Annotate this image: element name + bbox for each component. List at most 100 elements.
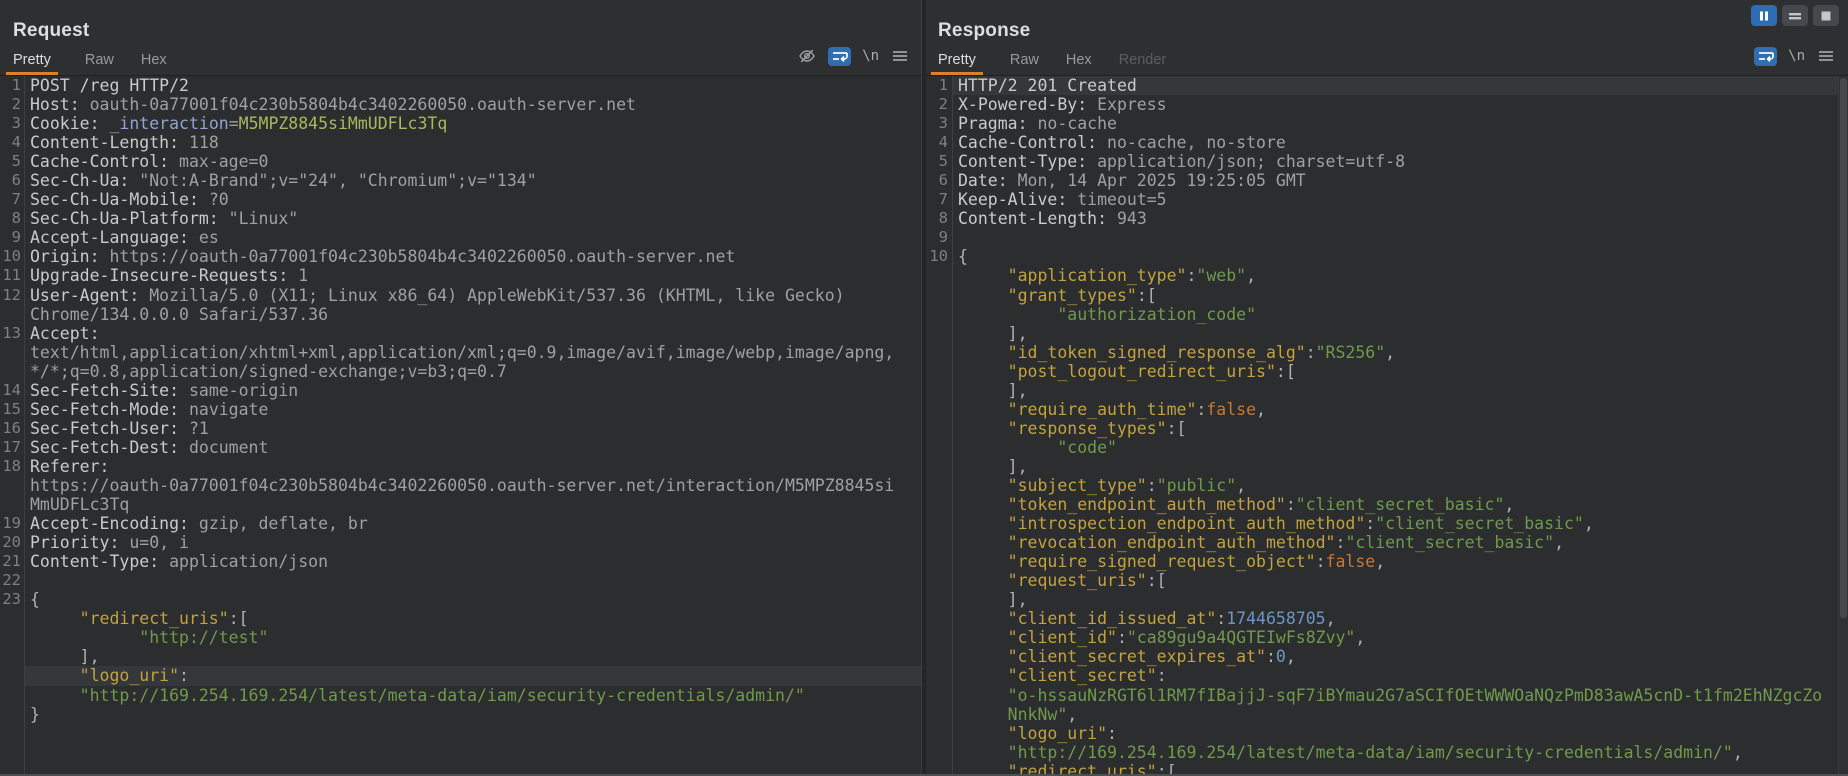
code-text: Sec-Ch-Ua: "Not:A-Brand";v="24", "Chromi… <box>30 171 537 190</box>
line-number: 4 <box>0 133 21 152</box>
code-row: "client_id":"ca89gu9a4QGTEIwFs8Zvy", <box>925 628 1848 647</box>
line-number: 16 <box>0 419 21 438</box>
code-row: ], <box>925 457 1848 476</box>
code-row: 22 <box>0 571 922 590</box>
code-text: "o-hssauNzRGT6l1RM7fIBajjJ-sqF7iBYmau2G7… <box>958 686 1822 705</box>
word-wrap-glyph <box>1757 49 1775 64</box>
eye-off-icon[interactable] <box>797 46 817 66</box>
code-row: 10Origin: https://oauth-0a77001f04c230b5… <box>0 247 922 266</box>
code-row: "client_secret_expires_at":0, <box>925 647 1848 666</box>
word-wrap-icon[interactable] <box>828 47 851 66</box>
code-text: HTTP/2 201 Created <box>958 76 1137 95</box>
code-text: Sec-Ch-Ua-Platform: "Linux" <box>30 209 298 228</box>
line-number: 1 <box>0 76 21 95</box>
response-tab-pretty[interactable]: Pretty <box>931 52 983 75</box>
code-text: "subject_type":"public", <box>958 476 1246 495</box>
code-row: ], <box>925 324 1848 343</box>
response-tab-render: Render <box>1119 52 1167 75</box>
lines-button[interactable] <box>1782 5 1808 26</box>
request-tab-hex[interactable]: Hex <box>141 52 167 75</box>
code-text: "client_secret_expires_at":0, <box>958 647 1296 666</box>
request-header: Request Pretty Raw Hex \n <box>0 0 922 76</box>
code-row: "revocation_endpoint_auth_method":"clien… <box>925 533 1848 552</box>
code-text: Cache-Control: max-age=0 <box>30 152 268 171</box>
pause-icon <box>1758 10 1770 22</box>
code-text: Sec-Fetch-Mode: navigate <box>30 400 268 419</box>
code-text: "require_signed_request_object":false, <box>958 552 1385 571</box>
code-row: 19Accept-Encoding: gzip, deflate, br <box>0 514 922 533</box>
request-editor[interactable]: 1POST /reg HTTP/22Host: oauth-0a77001f04… <box>0 76 922 776</box>
code-text: Accept-Language: es <box>30 228 219 247</box>
code-text: X-Powered-By: Express <box>958 95 1167 114</box>
code-row: 3Pragma: no-cache <box>925 114 1848 133</box>
code-text: Upgrade-Insecure-Requests: 1 <box>30 266 308 285</box>
code-text: Sec-Fetch-Dest: document <box>30 438 268 457</box>
line-number: 2 <box>925 95 948 114</box>
code-text: Content-Length: 943 <box>958 209 1147 228</box>
line-number: 7 <box>925 190 948 209</box>
code-row: ], <box>925 381 1848 400</box>
code-text: } <box>30 705 40 724</box>
line-number: 5 <box>0 152 21 171</box>
code-row: 6Date: Mon, 14 Apr 2025 19:25:05 GMT <box>925 171 1848 190</box>
code-row: 20Priority: u=0, i <box>0 533 922 552</box>
code-text: { <box>30 590 40 609</box>
word-wrap-glyph <box>831 49 849 64</box>
code-text: https://oauth-0a77001f04c230b5804b4c3402… <box>30 476 894 495</box>
panel-splitter[interactable] <box>921 0 926 776</box>
code-text: Date: Mon, 14 Apr 2025 19:25:05 GMT <box>958 171 1306 190</box>
line-number: 5 <box>925 152 948 171</box>
code-text: "http://169.254.169.254/latest/meta-data… <box>958 743 1743 762</box>
newline-chars-icon[interactable]: \n <box>862 48 879 64</box>
code-row: "introspection_endpoint_auth_method":"cl… <box>925 514 1848 533</box>
code-row: MmUDFLc3Tq <box>0 495 922 514</box>
response-scrollbar[interactable] <box>1838 76 1848 774</box>
code-row: 9 <box>925 228 1848 247</box>
code-row: "subject_type":"public", <box>925 476 1848 495</box>
code-row: 5 Cache-Control: max-age=0 <box>0 152 922 171</box>
menu-icon[interactable] <box>890 46 910 66</box>
response-tabs: PrettyRawHexRender <box>938 51 1193 75</box>
response-scrollbar-thumb[interactable] <box>1840 78 1847 618</box>
response-tab-hex[interactable]: Hex <box>1066 52 1092 75</box>
line-number: 12 <box>0 286 21 305</box>
request-tab-raw[interactable]: Raw <box>85 52 114 75</box>
response-editor[interactable]: 1HTTP/2 201 Created2X-Powered-By: Expres… <box>925 76 1848 776</box>
code-row: 18Referer: <box>0 457 922 476</box>
code-text: "token_endpoint_auth_method":"client_sec… <box>958 495 1514 514</box>
code-text: text/html,application/xhtml+xml,applicat… <box>30 343 894 362</box>
code-row: "authorization_code" <box>925 305 1848 324</box>
code-row: 9 Accept-Language: es <box>0 228 922 247</box>
code-row: 6Sec-Ch-Ua: "Not:A-Brand";v="24", "Chrom… <box>0 171 922 190</box>
menu-icon[interactable] <box>1816 46 1836 66</box>
newline-chars-icon[interactable]: \n <box>1788 48 1805 64</box>
word-wrap-icon[interactable] <box>1754 47 1777 66</box>
request-tab-pretty[interactable]: Pretty <box>6 52 58 75</box>
code-row: 23{ <box>0 590 922 609</box>
request-panel: Request Pretty Raw Hex \n <box>0 0 922 776</box>
code-row: 11Upgrade-Insecure-Requests: 1 <box>0 266 922 285</box>
response-title: Response <box>938 20 1030 42</box>
code-text: "http://test" <box>30 628 268 647</box>
code-row: 8Content-Length: 943 <box>925 209 1848 228</box>
response-tab-raw[interactable]: Raw <box>1010 52 1039 75</box>
code-row: 7Sec-Ch-Ua-Mobile: ?0 <box>0 190 922 209</box>
code-text: Content-Type: application/json <box>30 552 328 571</box>
code-row: Chrome/134.0.0.0 Safari/537.36 <box>0 305 922 324</box>
code-text: "post_logout_redirect_uris":[ <box>958 362 1296 381</box>
code-row: 3Cookie: _interaction=M5MPZ8845siMmUDFLc… <box>0 114 922 133</box>
code-row: 1POST /reg HTTP/2 <box>0 76 922 95</box>
code-text: Content-Type: application/json; charset=… <box>958 152 1405 171</box>
code-row: } <box>0 705 922 724</box>
code-text: "client_id":"ca89gu9a4QGTEIwFs8Zvy", <box>958 628 1365 647</box>
code-text: Keep-Alive: timeout=5 <box>958 190 1167 209</box>
request-title: Request <box>13 20 89 42</box>
square-icon <box>1820 10 1832 22</box>
line-number: 3 <box>0 114 21 133</box>
code-text: "code" <box>958 438 1117 457</box>
pause-button[interactable] <box>1751 5 1777 26</box>
code-row: "http://169.254.169.254/latest/meta-data… <box>925 743 1848 762</box>
code-row: "require_signed_request_object":false, <box>925 552 1848 571</box>
stop-button[interactable] <box>1813 5 1839 26</box>
line-number: 9 <box>0 228 21 247</box>
